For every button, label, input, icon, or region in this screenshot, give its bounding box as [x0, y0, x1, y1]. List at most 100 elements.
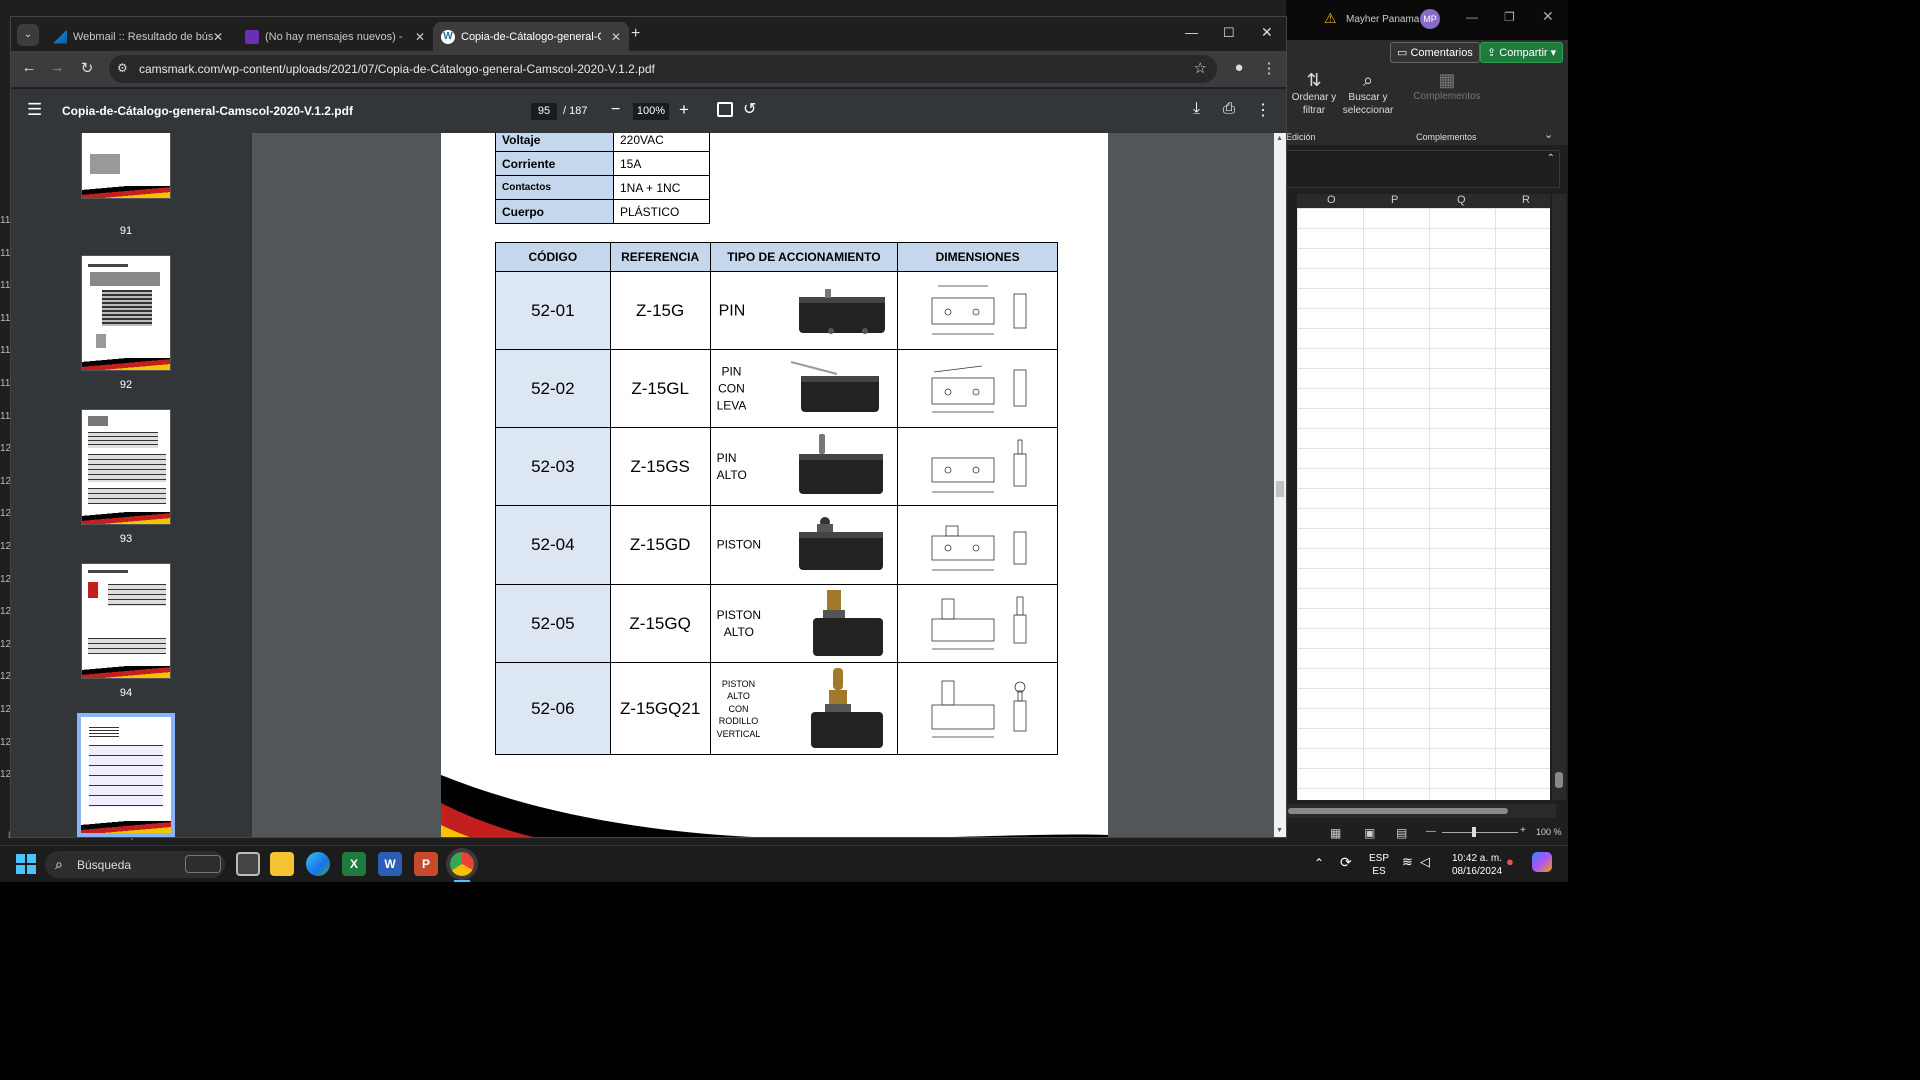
zoom-in-icon[interactable]: + [679, 100, 689, 120]
thumb-brand-band [82, 512, 170, 524]
expand-formula-icon[interactable]: ⌃ [1547, 153, 1555, 164]
column-header[interactable]: Q [1457, 194, 1466, 206]
volume-icon[interactable]: ◁ [1420, 854, 1430, 870]
thumbnail-page[interactable] [81, 563, 171, 679]
actuator-label: PIN ALTO [716, 450, 747, 482]
file-explorer-icon[interactable] [270, 852, 294, 876]
collapse-ribbon-icon[interactable]: ⌄ [1544, 128, 1553, 141]
row-header[interactable]: 11 [0, 345, 10, 356]
row-header[interactable]: 11 [0, 280, 10, 291]
taskbar-search[interactable]: ⌕ Búsqueda [45, 851, 225, 878]
row-header[interactable]: 11 [0, 215, 10, 226]
webmail-icon [53, 29, 67, 44]
windows-start-icon[interactable] [16, 854, 36, 874]
formula-bar[interactable]: ⌃ [1286, 150, 1560, 188]
more-options-icon[interactable]: ⋮ [1255, 100, 1271, 120]
thumbnail-page[interactable] [81, 133, 171, 199]
notification-bell-icon[interactable]: ● [1506, 854, 1514, 869]
fit-page-icon[interactable] [717, 102, 733, 117]
row-header[interactable]: 11 [0, 378, 10, 389]
row-header[interactable]: 11 [0, 411, 10, 422]
code-cell: 52-06 [495, 662, 611, 755]
pdf-viewer[interactable]: Voltaje 220VAC Corriente 15A Contactos 1NA … [252, 133, 1286, 837]
profile-icon[interactable]: ● [1227, 59, 1251, 76]
address-bar[interactable]: ⚙ camsmark.com/wp-content/uploads/2021/0… [109, 55, 1217, 83]
chrome-icon[interactable] [450, 852, 474, 876]
close-icon[interactable]: ✕ [1542, 8, 1554, 25]
thumb-content [90, 154, 120, 174]
url-text[interactable]: camsmark.com/wp-content/uploads/2021/07/… [139, 62, 655, 76]
find-select-button[interactable]: ⌕ Buscar y seleccionar [1338, 70, 1398, 117]
excel-horizontal-scrollbar[interactable] [1286, 804, 1556, 818]
warning-icon[interactable]: ⚠ [1324, 10, 1337, 27]
bookmark-star-icon[interactable]: ☆ [1194, 59, 1207, 77]
zoom-out-icon[interactable]: − [611, 101, 620, 119]
edge-icon[interactable] [306, 852, 330, 876]
zoom-level[interactable]: 100 % [1536, 827, 1562, 837]
row-header[interactable]: 11 [0, 248, 10, 259]
zoom-slider-thumb[interactable] [1472, 827, 1476, 837]
back-icon[interactable]: ← [17, 59, 41, 76]
zoom-input[interactable]: 100% [633, 103, 669, 120]
new-tab-icon[interactable]: + [631, 25, 640, 43]
comments-button[interactable]: ▭ Comentarios [1390, 42, 1480, 63]
share-button[interactable]: ⇪ Compartir ▾ [1480, 42, 1564, 63]
zoom-in-icon[interactable]: + [1520, 825, 1526, 836]
zoom-slider[interactable] [1442, 832, 1518, 833]
menu-icon[interactable]: ⋮ [1257, 59, 1281, 77]
rotate-icon[interactable]: ↺ [743, 99, 756, 119]
language-indicator[interactable]: ESP ES [1368, 852, 1390, 878]
close-icon[interactable]: ✕ [1261, 24, 1273, 41]
scroll-up-icon[interactable]: ▲ [1276, 135, 1283, 142]
tab-mail[interactable]: (No hay mensajes nuevos) - mail ✕ [237, 22, 433, 51]
scroll-down-icon[interactable]: ▼ [1276, 827, 1283, 834]
minimize-icon[interactable]: — [1185, 25, 1198, 40]
viewer-scrollbar[interactable]: ▲ ▼ [1274, 133, 1286, 837]
sort-filter-button[interactable]: ⇅ Ordenar y filtrar [1288, 70, 1340, 117]
tab-webmail[interactable]: Webmail :: Resultado de búsqueda ✕ [45, 22, 231, 51]
task-view-icon[interactable] [236, 852, 260, 876]
thumbnail-page-selected[interactable] [77, 713, 175, 837]
sync-icon[interactable]: ⟳ [1340, 854, 1352, 871]
close-tab-icon[interactable]: ✕ [415, 30, 425, 44]
scroll-thumb[interactable] [1288, 808, 1508, 814]
restore-icon[interactable]: ❐ [1504, 10, 1515, 24]
minimize-icon[interactable]: — [1466, 10, 1478, 24]
page-number-input[interactable]: 95 [531, 103, 557, 120]
normal-view-icon[interactable]: ▦ [1330, 826, 1341, 840]
tab-search-button[interactable]: ⌄ [17, 24, 39, 46]
avatar[interactable]: MP [1420, 9, 1440, 29]
scroll-thumb[interactable] [1555, 772, 1563, 788]
reload-icon[interactable]: ↻ [75, 59, 99, 77]
column-header[interactable]: O [1327, 194, 1336, 206]
excel-icon[interactable]: X [342, 852, 366, 876]
forward-icon[interactable]: → [45, 59, 69, 76]
tab-pdf[interactable]: W Copia-de-Cátalogo-general-Camscol ✕ [433, 22, 629, 51]
thumbnail-page[interactable] [81, 255, 171, 371]
scroll-thumb[interactable] [1276, 481, 1284, 497]
account-name[interactable]: Mayher Panama [1346, 14, 1419, 25]
sidebar-menu-icon[interactable]: ☰ [27, 100, 42, 120]
page-break-icon[interactable]: ▤ [1396, 826, 1407, 840]
close-tab-icon[interactable]: ✕ [611, 30, 621, 44]
print-icon[interactable]: ⎙ [1223, 100, 1235, 117]
copilot-icon[interactable] [1532, 852, 1552, 872]
clock[interactable]: 10:42 a. m. 08/16/2024 [1446, 852, 1508, 878]
thumbnail-page[interactable] [81, 409, 171, 525]
chevron-up-icon[interactable]: ⌃ [1314, 856, 1324, 870]
close-tab-icon[interactable]: ✕ [213, 30, 223, 44]
page-layout-icon[interactable]: ▣ [1364, 826, 1375, 840]
wifi-icon[interactable]: ≋ [1402, 854, 1413, 870]
maximize-icon[interactable]: ☐ [1223, 25, 1235, 41]
powerpoint-icon[interactable]: P [414, 852, 438, 876]
download-icon[interactable]: ⤓ [1193, 100, 1200, 118]
site-info-icon[interactable]: ⚙ [117, 61, 128, 75]
excel-vertical-scrollbar[interactable] [1552, 194, 1566, 800]
zoom-out-icon[interactable]: — [1426, 826, 1436, 837]
spreadsheet-grid[interactable] [1297, 208, 1550, 800]
row-header[interactable]: 11 [0, 313, 10, 324]
addins-button[interactable]: ▦ Complementos [1410, 70, 1484, 102]
column-header[interactable]: R [1522, 194, 1530, 206]
column-header[interactable]: P [1391, 194, 1398, 206]
word-icon[interactable]: W [378, 852, 402, 876]
